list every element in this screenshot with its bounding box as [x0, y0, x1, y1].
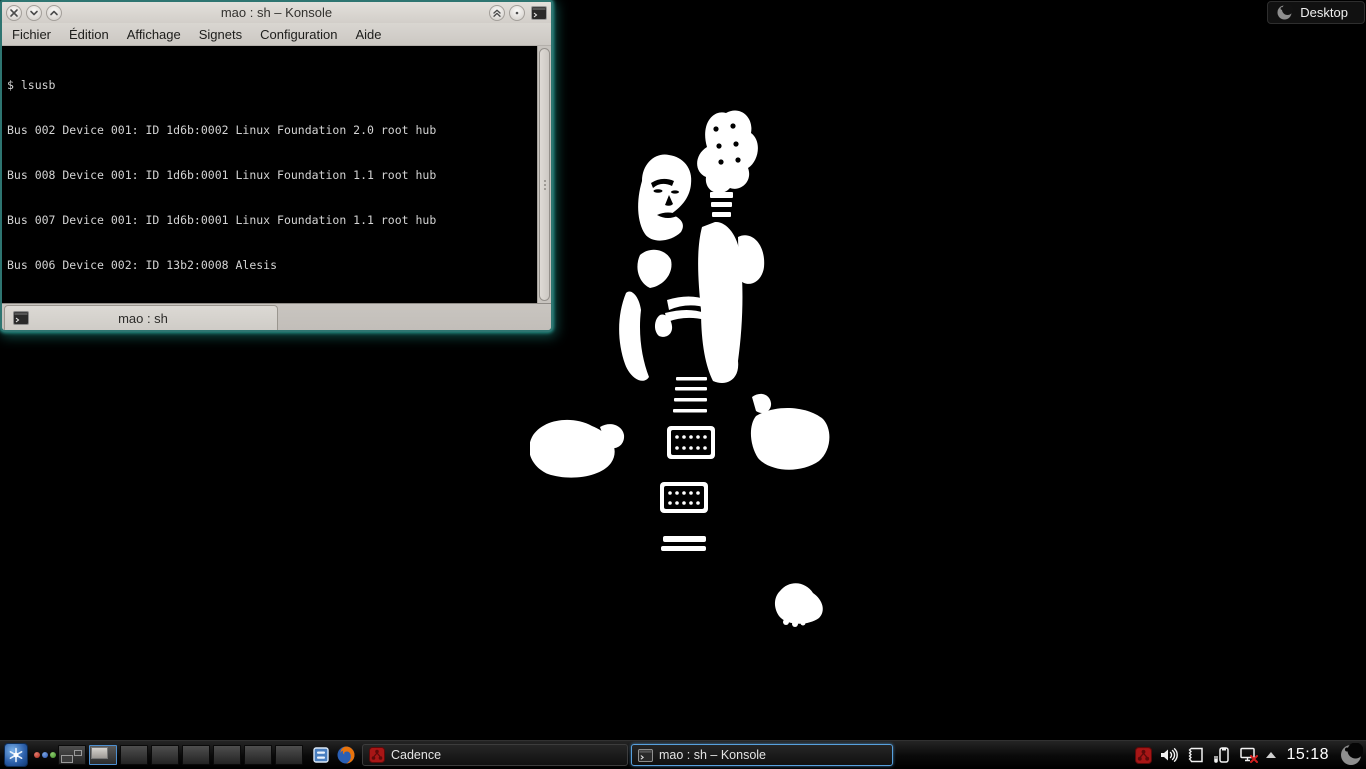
menu-edition[interactable]: Édition: [69, 27, 109, 42]
on-all-desktops-button[interactable]: [509, 5, 525, 21]
cadence-icon: [369, 747, 385, 763]
menu-configuration[interactable]: Configuration: [260, 27, 337, 42]
terminal-scrollbar[interactable]: [537, 46, 551, 303]
desktop-toolbox-label: Desktop: [1300, 5, 1348, 20]
taskbar-panel: Cadence mao : sh – Konsole: [0, 740, 1366, 768]
task-button-cadence[interactable]: Cadence: [362, 744, 628, 766]
keep-above-button[interactable]: [489, 5, 505, 21]
app-launcher-button[interactable]: [4, 743, 28, 767]
menubar: Fichier Édition Affichage Signets Config…: [2, 23, 551, 46]
system-tray: 15:18: [1135, 741, 1366, 769]
scrollbar-thumb[interactable]: [539, 48, 550, 301]
pager-desktop-5[interactable]: [182, 745, 210, 765]
terminal-line: Bus 008 Device 001: ID 1d6b:0001 Linux F…: [7, 168, 537, 183]
pager-desktop-2[interactable]: [89, 745, 117, 765]
red-dot-icon[interactable]: [34, 752, 40, 758]
menu-fichier[interactable]: Fichier: [12, 27, 51, 42]
klipper-icon[interactable]: [1186, 746, 1205, 764]
desktop-toolbox[interactable]: Desktop: [1267, 1, 1365, 24]
menu-signets[interactable]: Signets: [199, 27, 242, 42]
maximize-button[interactable]: [46, 5, 62, 21]
kde-launcher-icon: [8, 747, 24, 763]
plasma-cashew-icon: [1276, 4, 1293, 21]
pager-desktop-7[interactable]: [244, 745, 272, 765]
device-notifier-icon[interactable]: [1212, 746, 1231, 764]
task-button-konsole[interactable]: mao : sh – Konsole: [631, 744, 893, 766]
pager-desktop-6[interactable]: [213, 745, 241, 765]
wallpaper-image: [530, 105, 830, 640]
desktop: Desktop mao : sh – Konsole: [0, 0, 1366, 768]
panel-cashew-icon[interactable]: [1339, 743, 1363, 767]
window-titlebar[interactable]: mao : sh – Konsole: [2, 2, 551, 23]
blue-dot-icon[interactable]: [42, 752, 48, 758]
tab-label: mao : sh: [29, 311, 277, 326]
drawer-icon[interactable]: [312, 746, 330, 764]
terminal-line: $ lsusb: [7, 78, 537, 93]
tab-mao-sh[interactable]: mao : sh: [4, 305, 278, 330]
network-disconnected-icon[interactable]: [1238, 746, 1259, 764]
terminal-viewport[interactable]: $ lsusb Bus 002 Device 001: ID 1d6b:0002…: [2, 46, 537, 303]
terminal-line: Bus 002 Device 001: ID 1d6b:0002 Linux F…: [7, 123, 537, 138]
task-label: mao : sh – Konsole: [659, 748, 766, 762]
tab-bar: mao : sh: [2, 303, 551, 330]
pager-desktop-3[interactable]: [120, 745, 148, 765]
minimize-button[interactable]: [26, 5, 42, 21]
panel-clock[interactable]: 15:18: [1283, 746, 1332, 764]
konsole-app-icon: [531, 6, 547, 20]
terminal-line: Bus 007 Device 001: ID 1d6b:0001 Linux F…: [7, 213, 537, 228]
menu-affichage[interactable]: Affichage: [127, 27, 181, 42]
konsole-window: mao : sh – Konsole Fichier Édition Affic…: [0, 0, 553, 332]
pager-desktop-1[interactable]: [58, 745, 86, 765]
terminal-area: $ lsusb Bus 002 Device 001: ID 1d6b:0002…: [2, 46, 551, 303]
pager-desktop-8[interactable]: [275, 745, 303, 765]
quick-launch-dots: [34, 741, 56, 769]
scrollbar-grip: [544, 180, 546, 190]
close-button[interactable]: [6, 5, 22, 21]
cadence-tray-icon[interactable]: [1135, 747, 1152, 764]
task-label: Cadence: [391, 748, 441, 762]
volume-icon[interactable]: [1159, 746, 1179, 764]
terminal-line: Bus 006 Device 002: ID 13b2:0008 Alesis: [7, 258, 537, 273]
pager-desktop-4[interactable]: [151, 745, 179, 765]
tray-expander-arrow[interactable]: [1266, 752, 1276, 758]
green-dot-icon[interactable]: [50, 752, 56, 758]
menu-aide[interactable]: Aide: [355, 27, 381, 42]
konsole-task-icon: [638, 749, 653, 762]
window-title: mao : sh – Konsole: [2, 5, 551, 20]
desktop-pager: [58, 745, 303, 765]
terminal-tab-icon: [13, 311, 29, 325]
firefox-icon[interactable]: [336, 745, 356, 765]
